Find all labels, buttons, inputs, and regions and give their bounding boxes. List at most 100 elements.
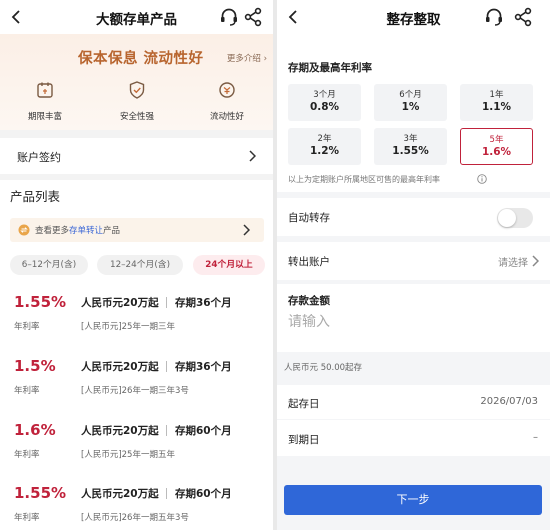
share-icon [244,7,262,27]
filter-24-months-plus[interactable]: 24个月以上 [193,255,265,275]
transfer-products-text: 查看更多存单转让产品 [35,226,121,236]
product-rate: 1.6% [14,421,56,439]
product-min-amount: 人民币元20万起 [81,361,159,373]
section-gap [0,130,273,138]
out-account-label: 转出账户 [288,256,330,268]
chevron-right-icon [532,255,539,267]
term-rate: 1% [401,101,420,113]
divider [166,361,167,372]
term-rate: 0.8% [309,101,340,113]
feature-label: 期限丰富 [27,112,62,122]
back-button[interactable] [6,6,26,28]
deposit-products-screen: 大额存单产品 保本保息 流动性好 更多介绍 › 期限丰富 安全性强 流动性好 账… [0,0,273,530]
product-item[interactable]: 1.6% 年利率 人民币元20万起 存期60个月 [人民币元]25年一期五年 [0,421,273,481]
term-label: 6个月 [399,90,422,100]
account-sign-label: 账户签约 [17,151,61,164]
transfer-products-banner[interactable]: 查看更多存单转让产品 [10,218,264,242]
headset-icon [486,8,502,26]
chevron-right-icon [243,224,250,236]
product-rate-label: 年利率 [14,513,40,523]
headset-icon [221,8,237,26]
auto-renew-toggle[interactable] [497,208,533,228]
term-rate: 1.1% [481,101,512,113]
product-list-title: 产品列表 [10,189,61,204]
account-sign-row[interactable]: 账户签约 [0,138,273,174]
chevron-right-icon [249,150,256,162]
product-code: [人民币元]25年一期三年 [81,322,175,332]
shield-icon [129,81,145,99]
more-intro-link[interactable]: 更多介绍 › [227,52,267,64]
calendar-icon [37,82,53,98]
product-rate: 1.5% [14,357,56,375]
coin-swap-icon [18,224,30,236]
product-rate-label: 年利率 [14,322,40,332]
product-code: [人民币元]26年一期五年3号 [81,513,189,523]
term-label: 3个月 [313,90,336,100]
feature-label: 安全性强 [119,112,154,122]
term-option-3-years[interactable]: 3年 1.55% [374,128,447,165]
term-rate-card: 存期及最高年利率 3个月 0.8% 6个月 1% 1年 1.1% 2年 1.2%… [277,30,550,192]
right-top-bar: 整存整取 [277,0,550,34]
feature-rich-terms: 期限丰富 [10,80,80,122]
amount-label: 存款金额 [288,295,330,307]
term-option-5-years[interactable]: 5年 1.6% [460,128,533,165]
info-icon[interactable] [477,174,487,184]
feature-label: 流动性好 [209,112,244,122]
product-rate: 1.55% [14,293,67,311]
term-rate: 1.6% [481,146,512,158]
term-option-6-months[interactable]: 6个月 1% [374,84,447,121]
out-account-value: 请选择 [498,258,528,269]
product-min-amount: 人民币元20万起 [81,425,159,437]
product-banner: 保本保息 流动性好 更多介绍 › 期限丰富 安全性强 流动性好 [0,34,273,130]
product-item[interactable]: 1.5% 年利率 人民币元20万起 存期36个月 [人民币元]26年一期三年3号 [0,357,273,417]
product-item[interactable]: 1.55% 年利率 人民币元20万起 存期60个月 [人民币元]26年一期五年3… [0,484,273,530]
product-term: 存期36个月 [175,297,232,309]
filter-12-24-months[interactable]: 12–24个月(含) [97,255,183,275]
feature-safety: 安全性强 [102,80,172,122]
share-button[interactable] [513,7,533,27]
product-term: 存期36个月 [175,361,232,373]
product-term: 存期60个月 [175,488,232,500]
customer-service-button[interactable] [219,7,239,27]
divider [166,297,167,308]
amount-section: 存款金额 [277,284,550,352]
rate-note: 以上为定期账户所属地区可售的最高年利率 [288,175,440,184]
auto-renew-label: 自动转存 [288,212,330,224]
next-button[interactable]: 下一步 [284,485,542,515]
back-button[interactable] [283,6,303,28]
out-account-row[interactable]: 转出账户 请选择 [277,242,550,280]
term-rate: 1.2% [309,145,340,157]
share-icon [514,7,532,27]
product-term: 存期60个月 [175,425,232,437]
end-date-row: 到期日 – [277,420,550,456]
term-option-1-year[interactable]: 1年 1.1% [460,84,533,121]
product-min-amount: 人民币元20万起 [81,488,159,500]
feature-liquidity: 流动性好 [192,80,262,122]
divider [166,488,167,499]
term-label: 1年 [489,90,504,100]
start-date-row: 起存日 2026/07/03 [277,385,550,419]
term-option-2-years[interactable]: 2年 1.2% [288,128,361,165]
auto-renew-row: 自动转存 [277,198,550,236]
chevron-left-icon [288,10,297,24]
exchange-icon [219,82,235,98]
banner-slogan: 保本保息 流动性好 [78,51,204,67]
amount-input[interactable] [288,314,538,330]
customer-service-button[interactable] [484,7,504,27]
start-date-value: 2026/07/03 [480,396,538,407]
term-label: 2年 [317,134,332,144]
product-code: [人民币元]25年一期五年 [81,450,175,460]
term-rate-title: 存期及最高年利率 [288,62,372,74]
product-rate-label: 年利率 [14,386,40,396]
term-option-3-months[interactable]: 3个月 0.8% [288,84,361,121]
product-rate: 1.55% [14,484,67,502]
product-item[interactable]: 1.55% 年利率 人民币元20万起 存期36个月 [人民币元]25年一期三年 [0,293,273,353]
filter-6-12-months[interactable]: 6–12个月(含) [10,255,88,275]
toggle-knob [498,209,516,227]
start-date-label: 起存日 [288,398,320,410]
end-date-value: – [533,432,538,443]
chevron-left-icon [11,10,20,24]
product-code: [人民币元]26年一期三年3号 [81,386,189,396]
term-rate: 1.55% [392,145,429,157]
share-button[interactable] [243,7,263,27]
